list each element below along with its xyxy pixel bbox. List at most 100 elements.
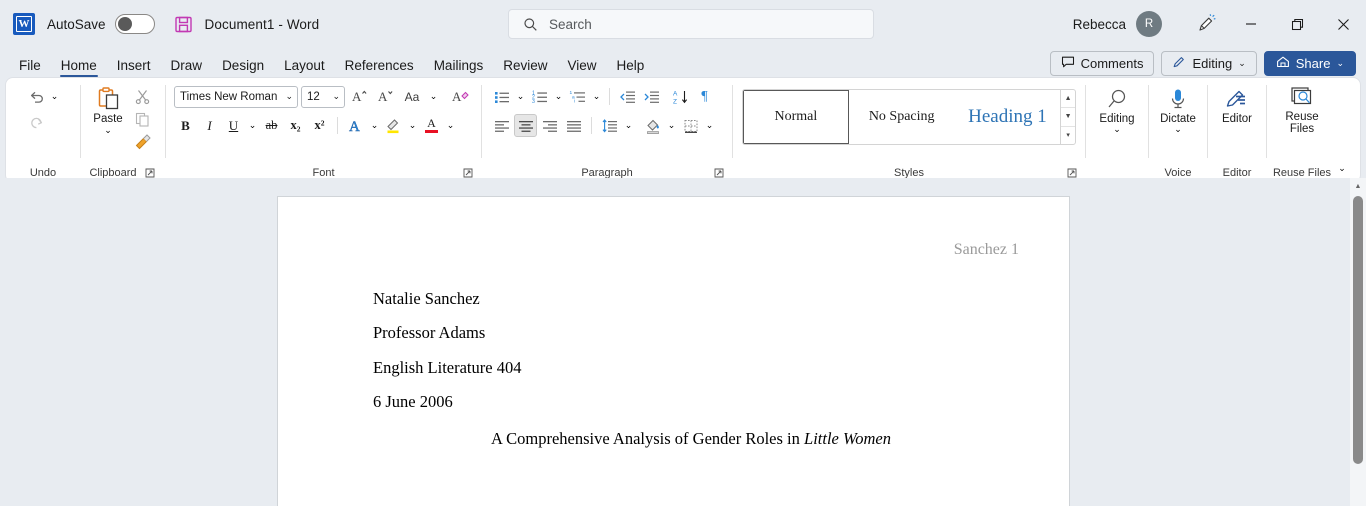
highlight-button[interactable] [382, 114, 405, 137]
styles-more-button[interactable]: ▾ [1061, 127, 1075, 144]
redo-button[interactable] [25, 111, 48, 134]
clear-formatting-button[interactable]: A [449, 85, 472, 108]
strikethrough-button[interactable]: ab [260, 114, 283, 137]
change-case-dropdown[interactable]: ⌄ [427, 85, 440, 108]
comments-button[interactable]: Comments [1049, 51, 1155, 76]
tab-layout[interactable]: Layout [274, 58, 335, 79]
pen-sparkle-icon[interactable] [1184, 6, 1228, 42]
tab-design[interactable]: Design [212, 58, 274, 79]
increase-indent-button[interactable] [640, 85, 663, 108]
editor-button[interactable]: Editor [1210, 87, 1264, 125]
ribbon-group-undo: ⌄ Undo [6, 78, 80, 182]
text-effects-dropdown[interactable]: ⌄ [368, 114, 381, 137]
bullets-dropdown[interactable]: ⌄ [514, 85, 527, 108]
format-painter-button[interactable] [131, 131, 154, 154]
font-size-combobox[interactable]: 12 ⌄ [301, 85, 345, 108]
copy-button[interactable] [131, 108, 154, 131]
style-heading-1[interactable]: Heading 1 [954, 90, 1061, 144]
superscript-button[interactable]: x² [308, 114, 331, 137]
align-left-button[interactable] [490, 114, 513, 137]
dictate-button[interactable]: Dictate ⌄ [1151, 87, 1205, 134]
search-input[interactable]: Search [508, 9, 874, 39]
underline-dropdown[interactable]: ⌄ [246, 114, 259, 137]
change-case-label: Aa [404, 89, 420, 104]
scrollbar-thumb[interactable] [1353, 196, 1363, 464]
editing-label: Editing [1192, 56, 1233, 71]
collapse-ribbon-button[interactable]: ⌄ [1331, 158, 1353, 178]
underline-button[interactable]: U [222, 114, 245, 137]
save-icon[interactable] [174, 15, 193, 34]
numbering-dropdown[interactable]: ⌄ [552, 85, 565, 108]
maximize-restore-button[interactable] [1274, 0, 1320, 48]
share-label: Share [1295, 56, 1331, 71]
pilcrow-icon: ¶ [701, 88, 708, 104]
autosave-toggle[interactable] [114, 14, 155, 34]
numbering-button[interactable]: 1 2 3 [528, 85, 551, 108]
document-title[interactable]: Document1 - Word [205, 17, 320, 32]
tab-view[interactable]: View [557, 58, 606, 79]
shrink-font-button[interactable]: A [374, 85, 397, 108]
close-button[interactable] [1320, 0, 1366, 48]
font-color-button[interactable]: A [420, 114, 443, 137]
grow-font-button[interactable]: A [348, 85, 371, 108]
document-title-line: A Comprehensive Analysis of Gender Roles… [373, 429, 1009, 449]
undo-dropdown[interactable]: ⌄ [48, 85, 61, 108]
highlight-dropdown[interactable]: ⌄ [406, 114, 419, 137]
styles-scroll-down[interactable]: ▼ [1061, 108, 1075, 127]
styles-scroll-up[interactable]: ▲ [1061, 90, 1075, 109]
borders-button[interactable] [679, 114, 702, 137]
cut-button[interactable] [131, 85, 154, 108]
style-normal[interactable]: Normal [743, 90, 849, 144]
shading-button[interactable] [641, 114, 664, 137]
page-header[interactable]: Sanchez 1 [954, 241, 1019, 259]
subscript-button[interactable]: x₂ [284, 114, 307, 137]
tab-review[interactable]: Review [493, 58, 557, 79]
styles-scroll-controls: ▲ ▼ ▾ [1060, 90, 1075, 144]
line-spacing-dropdown[interactable]: ⌄ [622, 114, 635, 137]
bold-label: B [181, 117, 190, 133]
chevron-down-icon: ⌄ [370, 120, 379, 130]
style-normal-label: Normal [774, 109, 818, 124]
style-no-spacing[interactable]: No Spacing [848, 90, 955, 144]
share-button[interactable]: Share ⌄ [1263, 51, 1356, 76]
show-formatting-marks-button[interactable]: ¶ [693, 85, 716, 108]
multilevel-list-dropdown[interactable]: ⌄ [590, 85, 603, 108]
italic-button[interactable]: I [198, 114, 221, 137]
scroll-up-arrow[interactable]: ▲ [1350, 178, 1366, 194]
justify-button[interactable] [562, 114, 585, 137]
paste-button[interactable]: Paste ⌄ [86, 84, 130, 135]
borders-dropdown[interactable]: ⌄ [703, 114, 716, 137]
reuse-files-button[interactable]: Reuse Files [1271, 85, 1333, 135]
shading-dropdown[interactable]: ⌄ [665, 114, 678, 137]
minimize-button[interactable] [1228, 0, 1274, 48]
vertical-scrollbar[interactable]: ▲ [1350, 178, 1366, 506]
editing-mode-button[interactable]: Editing ⌄ [1161, 51, 1257, 76]
align-center-button[interactable] [514, 114, 537, 137]
multilevel-list-button[interactable]: 1 a i [566, 85, 589, 108]
font-color-dropdown[interactable]: ⌄ [444, 114, 457, 137]
title-bar: W AutoSave Document1 - Word Search Rebec… [0, 0, 1366, 48]
editing-button[interactable]: Editing ⌄ [1089, 87, 1145, 134]
undo-button[interactable] [25, 85, 48, 108]
document-body[interactable]: Natalie Sanchez Professor Adams English … [373, 289, 1009, 449]
tab-mailings[interactable]: Mailings [424, 58, 494, 79]
line-spacing-button[interactable] [598, 114, 621, 137]
decrease-indent-button[interactable] [616, 85, 639, 108]
tab-insert[interactable]: Insert [107, 58, 161, 79]
font-family-combobox[interactable]: Times New Roman ⌄ [174, 85, 298, 108]
tab-draw[interactable]: Draw [161, 58, 213, 79]
tab-home[interactable]: Home [51, 58, 107, 79]
bullets-button[interactable] [490, 85, 513, 108]
change-case-button[interactable]: Aa [400, 85, 424, 108]
tab-references[interactable]: References [335, 58, 424, 79]
style-no-spacing-label: No Spacing [868, 109, 935, 124]
avatar[interactable]: R [1136, 11, 1162, 37]
document-page[interactable]: Sanchez 1 Natalie Sanchez Professor Adam… [277, 196, 1070, 506]
align-right-button[interactable] [538, 114, 561, 137]
svg-text:A: A [352, 89, 362, 104]
bold-button[interactable]: B [174, 114, 197, 137]
tab-help[interactable]: Help [607, 58, 655, 79]
tab-file[interactable]: File [9, 58, 51, 79]
sort-button[interactable]: A Z [669, 85, 692, 108]
text-effects-button[interactable]: A [344, 114, 367, 137]
